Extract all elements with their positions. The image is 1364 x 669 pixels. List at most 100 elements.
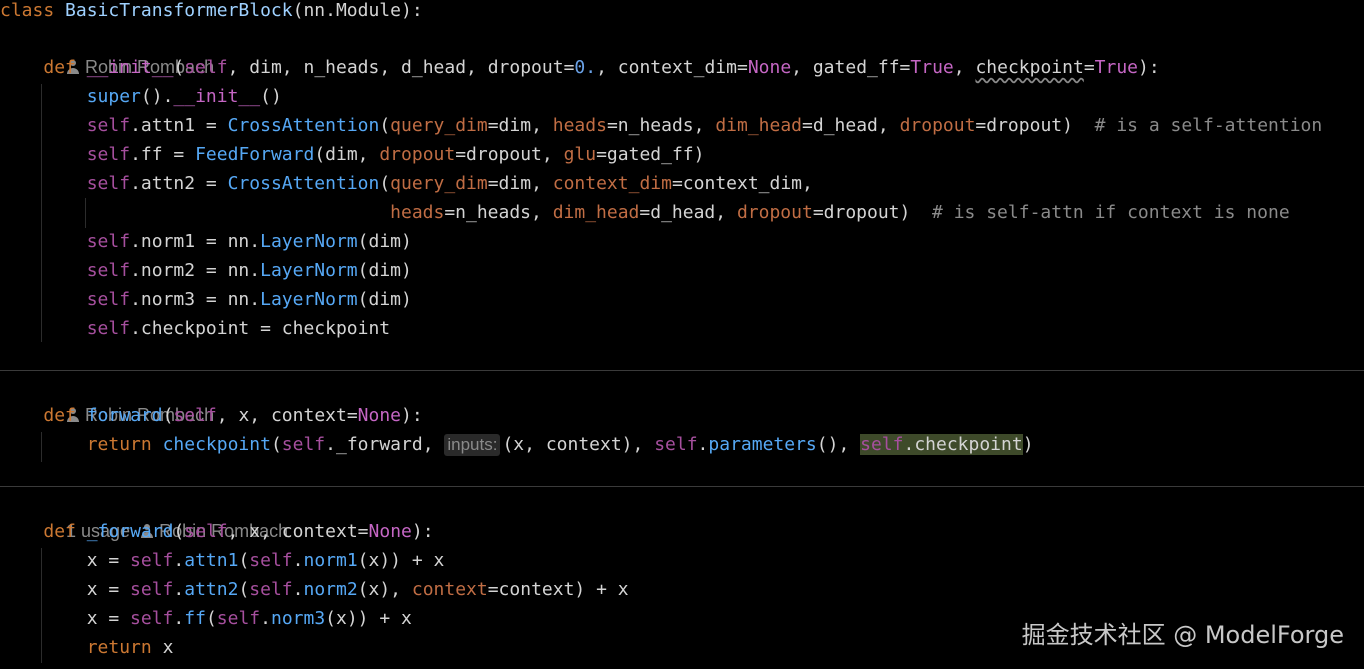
self-token: self (130, 550, 174, 571)
self-token: self (249, 579, 293, 600)
self-token: self (184, 521, 228, 542)
named-arg-token: dropout (736, 202, 813, 223)
code-text: =n_heads, (606, 115, 716, 136)
code-text: , x, context= (227, 521, 369, 542)
code-lens-usage[interactable]: 1 usage Robin Rombach (46, 488, 288, 541)
constant-token: None (368, 521, 412, 542)
self-token: self (216, 608, 261, 629)
code-line[interactable]: return checkpoint(self._forward, inputs:… (0, 430, 1034, 459)
code-line[interactable]: self.norm1 = nn.LayerNorm(dim) (0, 227, 412, 256)
code-line[interactable]: self.norm2 = nn.LayerNorm(dim) (0, 256, 412, 285)
number-token: 0. (574, 57, 597, 78)
function-token: norm2 (303, 579, 358, 600)
keyword-token: def (43, 57, 76, 78)
code-text: (dim) (357, 289, 412, 310)
code-lens-author[interactable]: Robin Rombach (46, 372, 214, 425)
code-line[interactable]: self.ff = FeedForward(dim, dropout=dropo… (0, 140, 705, 169)
function-token: norm1 (303, 550, 358, 571)
code-text: ( (173, 57, 185, 78)
self-token: self (86, 173, 131, 194)
function-token: super (86, 86, 141, 107)
self-token: self (184, 57, 228, 78)
code-text: .norm3 = nn. (130, 289, 261, 310)
function-token: forward (86, 405, 163, 426)
dunder-token: __init__ (173, 86, 261, 107)
code-text: =dim, (487, 115, 553, 136)
code-text: ._forward, (325, 434, 445, 455)
code-text: (x, context), (502, 434, 655, 455)
code-lens-author[interactable]: Robin Rombach (46, 24, 214, 77)
code-line[interactable]: x = self.ff(self.norm3(x)) + x (0, 604, 412, 633)
self-token: self (86, 260, 131, 281)
code-line[interactable]: return x (0, 633, 174, 662)
code-text: (dim) (357, 231, 412, 252)
code-text: =gated_ff) (596, 144, 705, 165)
code-line[interactable]: class BasicTransformerBlock(nn.Module): (0, 0, 423, 25)
function-token: attn2 (184, 579, 239, 600)
function-token: CrossAttention (227, 173, 380, 194)
code-line[interactable]: self.norm3 = nn.LayerNorm(dim) (0, 285, 412, 314)
code-text: =dim, (487, 173, 553, 194)
code-text: . (292, 579, 304, 600)
self-token: self (86, 318, 131, 339)
code-line[interactable]: self.checkpoint = checkpoint (0, 314, 390, 343)
code-text: . (173, 579, 185, 600)
code-text: (). (140, 86, 174, 107)
self-token: self (86, 144, 131, 165)
code-line[interactable]: x = self.attn1(self.norm1(x)) + x (0, 546, 445, 575)
code-text: . (260, 608, 271, 629)
code-line[interactable]: def forward(self, x, context=None): (0, 401, 422, 430)
code-line[interactable]: self.attn2 = CrossAttention(query_dim=di… (0, 169, 813, 198)
named-arg-token: heads (552, 115, 607, 136)
self-token: self (654, 434, 698, 455)
self-token: self (130, 608, 174, 629)
code-text: (dim) (357, 260, 412, 281)
code-text: x = (0, 579, 131, 600)
code-text: =d_head, (639, 202, 737, 223)
keyword-token: def (43, 521, 76, 542)
code-line[interactable]: x = self.attn2(self.norm2(x), context=co… (0, 575, 629, 604)
code-line[interactable]: def _forward(self, x, context=None): (0, 517, 433, 546)
code-text: =context_dim, (671, 173, 813, 194)
code-text: (x)) + x (325, 608, 412, 629)
code-text: x (151, 637, 174, 658)
code-text: .norm1 = nn. (130, 231, 261, 252)
code-line[interactable]: self.attn1 = CrossAttention(query_dim=di… (0, 111, 1323, 140)
function-token: ff (184, 608, 206, 629)
code-text: , context_dim= (596, 57, 748, 78)
code-text: (x), (357, 579, 412, 600)
code-line[interactable]: super().__init__() (0, 82, 282, 111)
self-token: self (86, 115, 131, 136)
code-line[interactable]: def __init__(self, dim, n_heads, d_head,… (0, 53, 1160, 82)
code-editor[interactable]: Robin Rombach Robin Rombach 1 usage Robi… (0, 0, 1364, 669)
named-arg-token: context (411, 579, 488, 600)
named-arg-token: context_dim (552, 173, 672, 194)
code-text: ): (1138, 57, 1160, 78)
code-text: , dim, n_heads, d_head, dropout= (227, 57, 575, 78)
code-line[interactable]: heads=n_heads, dim_head=d_head, dropout=… (0, 198, 1290, 227)
code-text: x = (0, 608, 131, 629)
named-arg-token: glu (563, 144, 597, 165)
code-text: .norm2 = nn. (130, 260, 261, 281)
self-token: self (249, 550, 293, 571)
named-arg-token: heads (390, 202, 445, 223)
code-text: ) (1022, 434, 1034, 455)
constant-token: True (1094, 57, 1139, 78)
code-text: , x, context= (216, 405, 358, 426)
code-text: (), (816, 434, 861, 455)
highlighted-token: self (860, 434, 904, 455)
code-text: =dropout) (812, 202, 933, 223)
warning-token: checkpoint (975, 57, 1084, 78)
keyword-token: return (86, 637, 152, 658)
inlay-hint[interactable]: inputs: (444, 434, 501, 456)
code-text: . (173, 550, 185, 571)
named-arg-token: query_dim (390, 115, 488, 136)
dunder-token: __init__ (86, 57, 174, 78)
